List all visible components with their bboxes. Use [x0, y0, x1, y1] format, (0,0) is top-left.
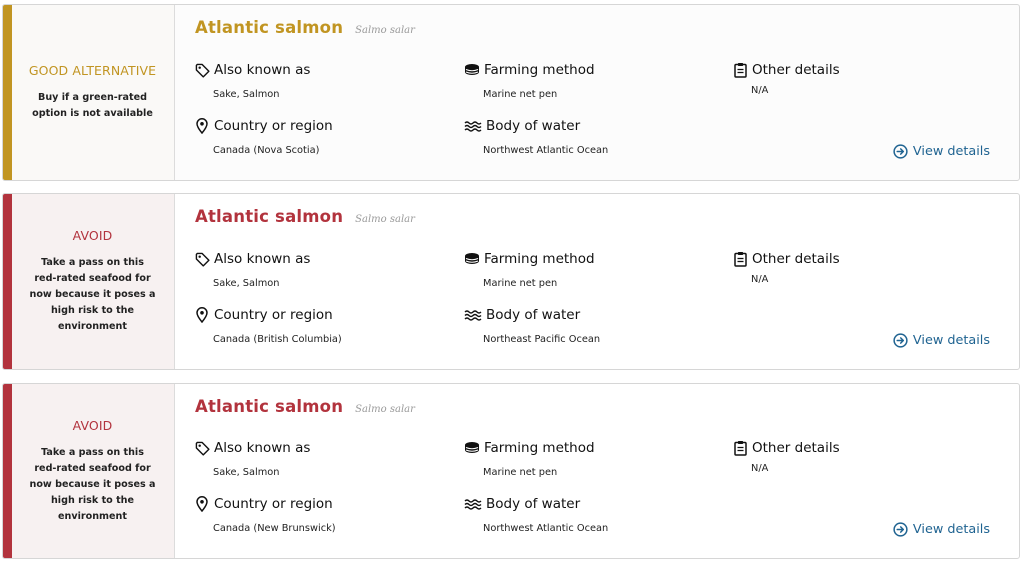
field-value: Sake, Salmon — [213, 467, 280, 478]
field-body-of-water: Body of water Northwest Atlantic Ocean — [464, 118, 608, 156]
scientific-name: Salmo salar — [355, 214, 415, 225]
field-value: Sake, Salmon — [213, 278, 280, 289]
card-header: Atlantic salmon Salmo salar — [195, 397, 415, 416]
field-also-known-as: Also known as Sake, Salmon — [194, 251, 310, 289]
field-country-or-region: Country or region Canada (New Brunswick) — [194, 496, 336, 534]
field-other-details: Other details N/A — [732, 251, 840, 285]
card-header: Atlantic salmon Salmo salar — [195, 207, 415, 226]
map-pin-icon — [194, 496, 210, 512]
field-other-details: Other details N/A — [732, 62, 840, 96]
field-label: Farming method — [484, 440, 595, 456]
field-value: N/A — [751, 463, 769, 474]
waves-icon — [464, 118, 482, 134]
field-label: Country or region — [214, 307, 333, 323]
net-pen-icon — [464, 440, 480, 456]
fish-name[interactable]: Atlantic salmon — [195, 18, 343, 37]
seafood-card[interactable]: AVOID Take a pass on this red-rated seaf… — [2, 383, 1020, 559]
field-value: Northeast Pacific Ocean — [483, 334, 601, 345]
card-content: Atlantic salmon Salmo salar Also known a… — [175, 194, 1019, 369]
field-other-details: Other details N/A — [732, 440, 840, 474]
arrow-circle-right-icon — [893, 522, 908, 537]
field-label: Farming method — [484, 251, 595, 267]
card-content: Atlantic salmon Salmo salar Also known a… — [175, 384, 1019, 558]
rating-title: GOOD ALTERNATIVE — [28, 63, 157, 78]
field-value: Canada (New Brunswick) — [213, 523, 336, 534]
field-label: Also known as — [214, 62, 311, 78]
fish-name[interactable]: Atlantic salmon — [195, 397, 343, 416]
fish-name[interactable]: Atlantic salmon — [195, 207, 343, 226]
field-value: Sake, Salmon — [213, 89, 280, 100]
field-body-of-water: Body of water Northeast Pacific Ocean — [464, 307, 600, 345]
rating-description: Buy if a green-rated option is not avail… — [32, 92, 153, 119]
rating-stripe — [3, 384, 12, 558]
field-label: Country or region — [214, 496, 333, 512]
field-body-of-water: Body of water Northwest Atlantic Ocean — [464, 496, 608, 534]
field-value: N/A — [751, 274, 769, 285]
scientific-name: Salmo salar — [355, 404, 415, 415]
field-also-known-as: Also known as Sake, Salmon — [194, 62, 310, 100]
clipboard-icon — [732, 440, 748, 456]
view-details-label: View details — [912, 522, 990, 537]
field-value: Marine net pen — [483, 89, 558, 100]
field-farming-method: Farming method Marine net pen — [464, 251, 595, 289]
field-country-or-region: Country or region Canada (British Columb… — [194, 307, 342, 345]
field-farming-method: Farming method Marine net pen — [464, 440, 595, 478]
field-label: Also known as — [214, 251, 311, 267]
field-label: Body of water — [486, 496, 581, 512]
rating-title: AVOID — [72, 228, 113, 243]
net-pen-icon — [464, 62, 480, 78]
field-label: Country or region — [214, 118, 333, 134]
scientific-name: Salmo salar — [355, 25, 415, 36]
rating-stripe — [3, 194, 12, 369]
tag-icon — [194, 440, 210, 456]
field-label: Farming method — [484, 62, 595, 78]
card-header: Atlantic salmon Salmo salar — [195, 18, 415, 37]
rating-description: Take a pass on this red-rated seafood fo… — [29, 257, 156, 332]
view-details-link[interactable]: View details — [893, 522, 990, 537]
field-label: Other details — [752, 440, 840, 456]
field-value: Marine net pen — [483, 278, 558, 289]
rating-stripe — [3, 5, 12, 180]
clipboard-icon — [732, 251, 748, 267]
view-details-label: View details — [912, 333, 990, 348]
seafood-card[interactable]: AVOID Take a pass on this red-rated seaf… — [2, 193, 1020, 370]
field-value: N/A — [751, 85, 769, 96]
view-details-link[interactable]: View details — [893, 144, 990, 159]
field-farming-method: Farming method Marine net pen — [464, 62, 595, 100]
card-content: Atlantic salmon Salmo salar Also known a… — [175, 5, 1019, 180]
field-label: Body of water — [486, 118, 581, 134]
waves-icon — [464, 307, 482, 323]
field-value: Canada (British Columbia) — [213, 334, 342, 345]
net-pen-icon — [464, 251, 480, 267]
rating-description: Take a pass on this red-rated seafood fo… — [29, 446, 156, 522]
rating-title: AVOID — [72, 417, 113, 433]
tag-icon — [194, 251, 210, 267]
arrow-circle-right-icon — [893, 333, 908, 348]
field-label: Also known as — [214, 440, 311, 456]
tag-icon — [194, 62, 210, 78]
seafood-card[interactable]: GOOD ALTERNATIVE Buy if a green-rated op… — [2, 4, 1020, 181]
field-value: Marine net pen — [483, 467, 558, 478]
field-label: Other details — [752, 251, 840, 267]
field-value: Northwest Atlantic Ocean — [483, 145, 609, 156]
rating-panel: AVOID Take a pass on this red-rated seaf… — [3, 384, 175, 558]
view-details-label: View details — [912, 144, 990, 159]
field-label: Body of water — [486, 307, 581, 323]
map-pin-icon — [194, 118, 210, 134]
field-country-or-region: Country or region Canada (Nova Scotia) — [194, 118, 333, 156]
field-label: Other details — [752, 62, 840, 78]
waves-icon — [464, 496, 482, 512]
rating-panel: AVOID Take a pass on this red-rated seaf… — [3, 194, 175, 369]
arrow-circle-right-icon — [893, 144, 908, 159]
field-value: Northwest Atlantic Ocean — [483, 523, 609, 534]
field-value: Canada (Nova Scotia) — [213, 145, 320, 156]
view-details-link[interactable]: View details — [893, 333, 990, 348]
field-also-known-as: Also known as Sake, Salmon — [194, 440, 310, 478]
clipboard-icon — [732, 62, 748, 78]
rating-panel: GOOD ALTERNATIVE Buy if a green-rated op… — [3, 5, 175, 180]
map-pin-icon — [194, 307, 210, 323]
